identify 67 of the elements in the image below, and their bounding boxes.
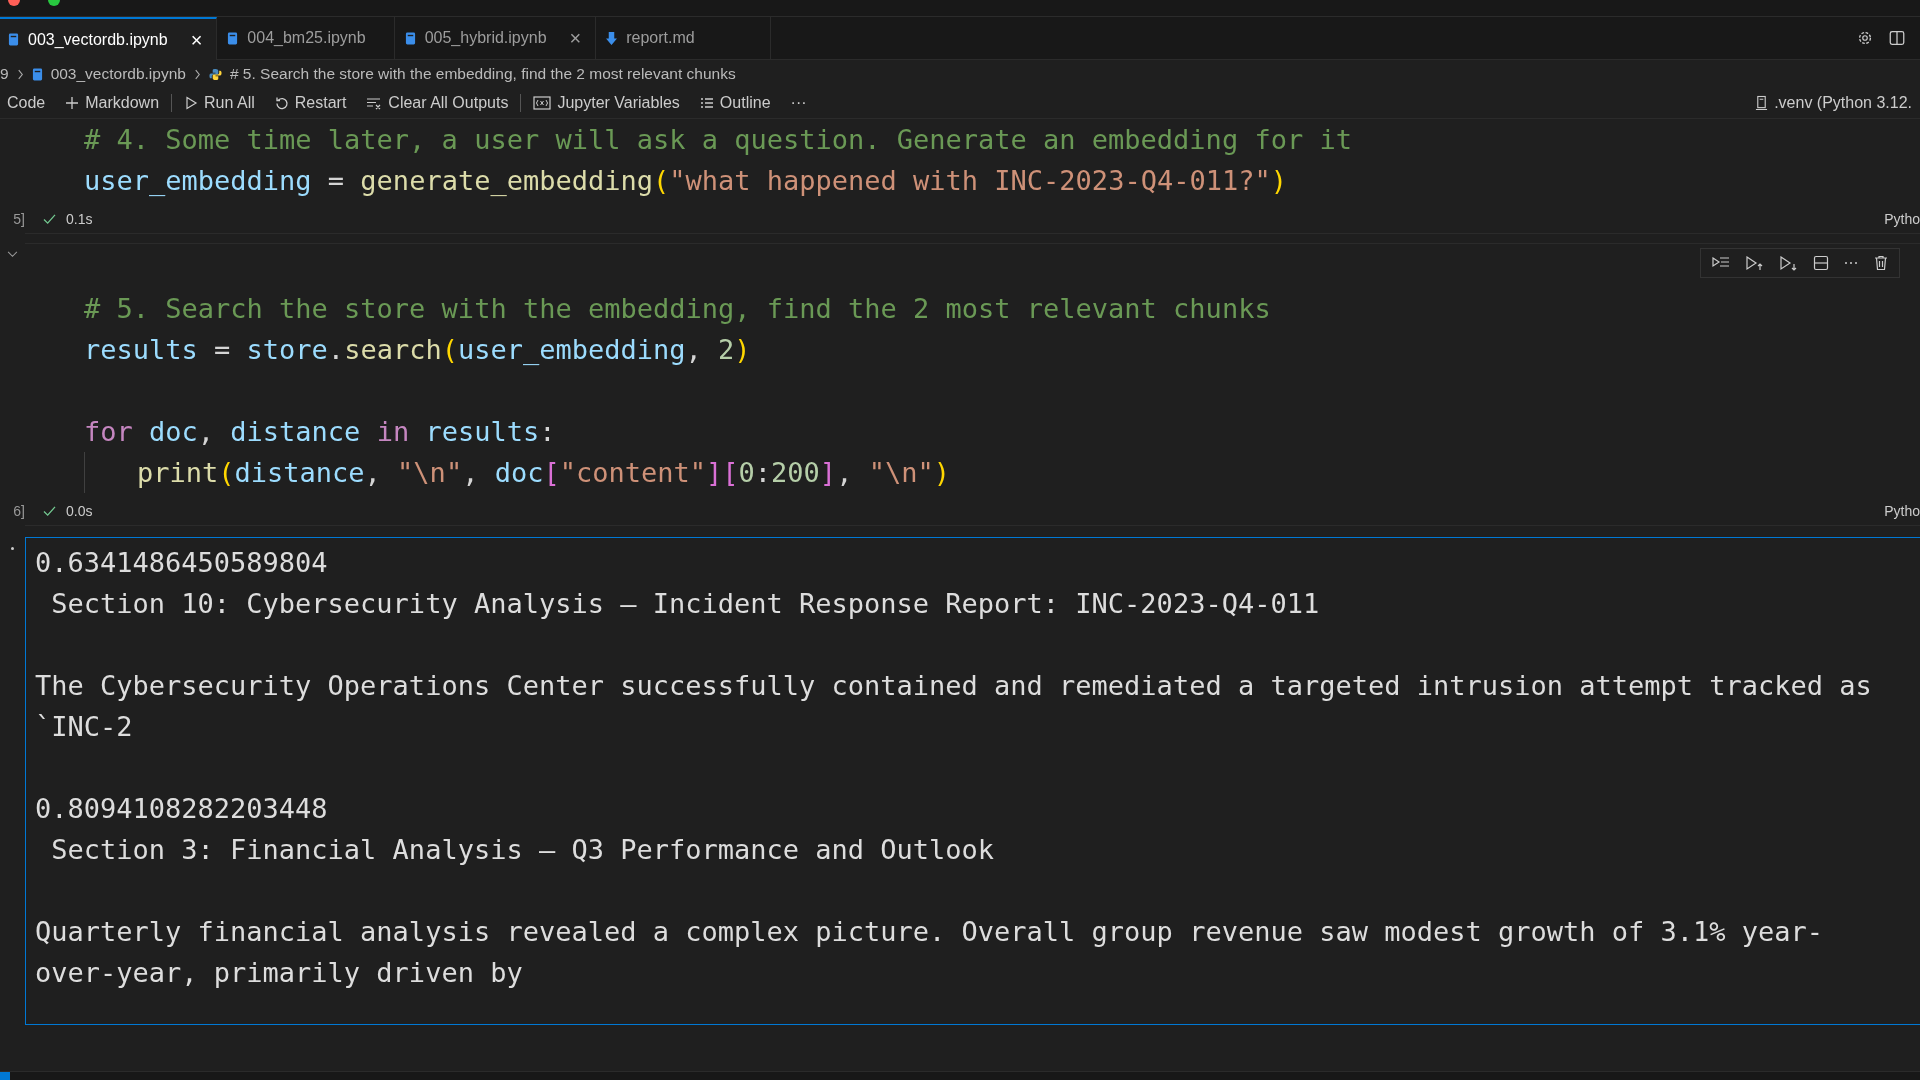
close-tab-button[interactable]: ×	[569, 28, 582, 48]
execution-count: 5]	[12, 211, 25, 227]
clear-list-icon	[366, 96, 383, 110]
code-line: for doc, distance in results:	[84, 416, 556, 447]
kernel-picker[interactable]: .venv (Python 3.12.	[1747, 92, 1920, 114]
run-below-icon[interactable]	[1779, 255, 1799, 271]
notebook-icon	[227, 31, 239, 45]
output-text: The Cybersecurity Operations Center successfully contained and remediated a targeted intrusion attempt tracked as `INC-2	[35, 669, 1873, 744]
toolbar-button[interactable]: ···	[782, 92, 815, 114]
tab-label: 003_vectordb.ipynb	[28, 30, 168, 49]
output-text: Section 10: Cybersecurity Analysis – Incident Response Report: INC-2023-Q4-011	[50, 587, 1321, 621]
plus-icon	[65, 96, 80, 110]
run-above-icon[interactable]	[1745, 255, 1765, 271]
variables-icon	[533, 96, 552, 110]
toolbar-button[interactable]: Restart	[266, 92, 355, 114]
tab-label: 004_bm25.ipynb	[247, 29, 366, 47]
notebook-icon	[404, 31, 416, 45]
output-text: 0.8094108282203448	[35, 792, 329, 826]
editor-tab[interactable]: 004_bm25.ipynb	[217, 17, 395, 59]
execution-count: 6]	[12, 503, 25, 519]
output-text: 0.6341486450589804	[35, 546, 329, 580]
cell-language[interactable]: Pytho	[1884, 211, 1920, 227]
check-icon	[43, 213, 56, 225]
toolbar-button[interactable]: Clear All Outputs	[358, 92, 517, 114]
editor-tab[interactable]: report.md	[596, 17, 772, 59]
breadcrumb-item[interactable]: 003_vectordb.ipynb	[50, 65, 186, 83]
indent-guide	[84, 452, 85, 493]
split-editor-icon[interactable]	[1888, 29, 1906, 47]
restart-icon	[274, 96, 289, 110]
toolbar-button[interactable]: Code	[0, 92, 54, 114]
editor-tab[interactable]: 003_vectordb.ipynb ×	[0, 17, 218, 60]
notebook-icon	[31, 67, 43, 81]
code-line: # 4. Some time later, a user will ask a question. Generate an embedding for it	[84, 124, 1352, 155]
editor-tab[interactable]: 005_hybrid.ipynb ×	[394, 17, 597, 59]
python-icon	[208, 67, 222, 81]
play-icon	[184, 96, 199, 110]
code-line: user_embedding = generate_embedding("what happened with INC-2023-Q4-011?")	[84, 165, 1287, 196]
toolbar-button[interactable]: Markdown	[57, 92, 168, 114]
settings-icon[interactable]	[1856, 29, 1874, 47]
output-text: Quarterly financial analysis revealed a complex picture. Overall group revenue saw modest growth of 3.1% year- over-year, primarily driven by	[35, 915, 1825, 990]
list-icon	[699, 96, 714, 110]
chevron-down-icon[interactable]	[7, 251, 18, 258]
execution-time: 0.1s	[66, 211, 93, 227]
check-icon	[43, 505, 56, 517]
cell-language[interactable]: Pytho	[1884, 503, 1920, 519]
execution-time: 0.0s	[66, 503, 93, 519]
output-text: Section 3: Financial Analysis – Q3 Performance and Outlook	[50, 833, 996, 867]
breadcrumb-item[interactable]: 9	[0, 65, 9, 83]
output-dot-icon	[11, 547, 14, 550]
toolbar-button[interactable]: Outline	[691, 92, 779, 114]
close-tab-button[interactable]: ×	[190, 29, 203, 50]
arrow-down-icon	[606, 31, 618, 45]
breadcrumb-item[interactable]: # 5. Search the store with the embedding, find the 2 most relevant chunks	[229, 65, 736, 83]
chevron-right-icon	[16, 68, 24, 80]
notebook-icon	[8, 33, 19, 46]
toolbar-button[interactable]: Run All	[176, 92, 263, 114]
code-line: print(distance, "\n", doc["content"][0:200], "\n")	[137, 457, 950, 488]
split-cell-icon[interactable]	[1813, 255, 1829, 271]
tab-label: 005_hybrid.ipynb	[424, 29, 547, 47]
tab-label: report.md	[626, 29, 696, 47]
toolbar-button[interactable]: Jupyter Variables	[525, 92, 688, 114]
code-cell[interactable]: # 5. Search the store with the embedding, find the 2 most relevant chunks results = store.search(user_embedding, 2) for doc, distance in results: print(distance, "\n", doc["content"][0:200], "\n")	[25, 243, 1920, 497]
chevron-right-icon	[193, 68, 201, 80]
delete-icon[interactable]	[1873, 255, 1889, 271]
code-line: # 5. Search the store with the embedding, find the 2 most relevant chunks	[84, 293, 1271, 324]
server-icon	[1755, 95, 1769, 111]
code-line: results = store.search(user_embedding, 2)	[84, 334, 751, 365]
